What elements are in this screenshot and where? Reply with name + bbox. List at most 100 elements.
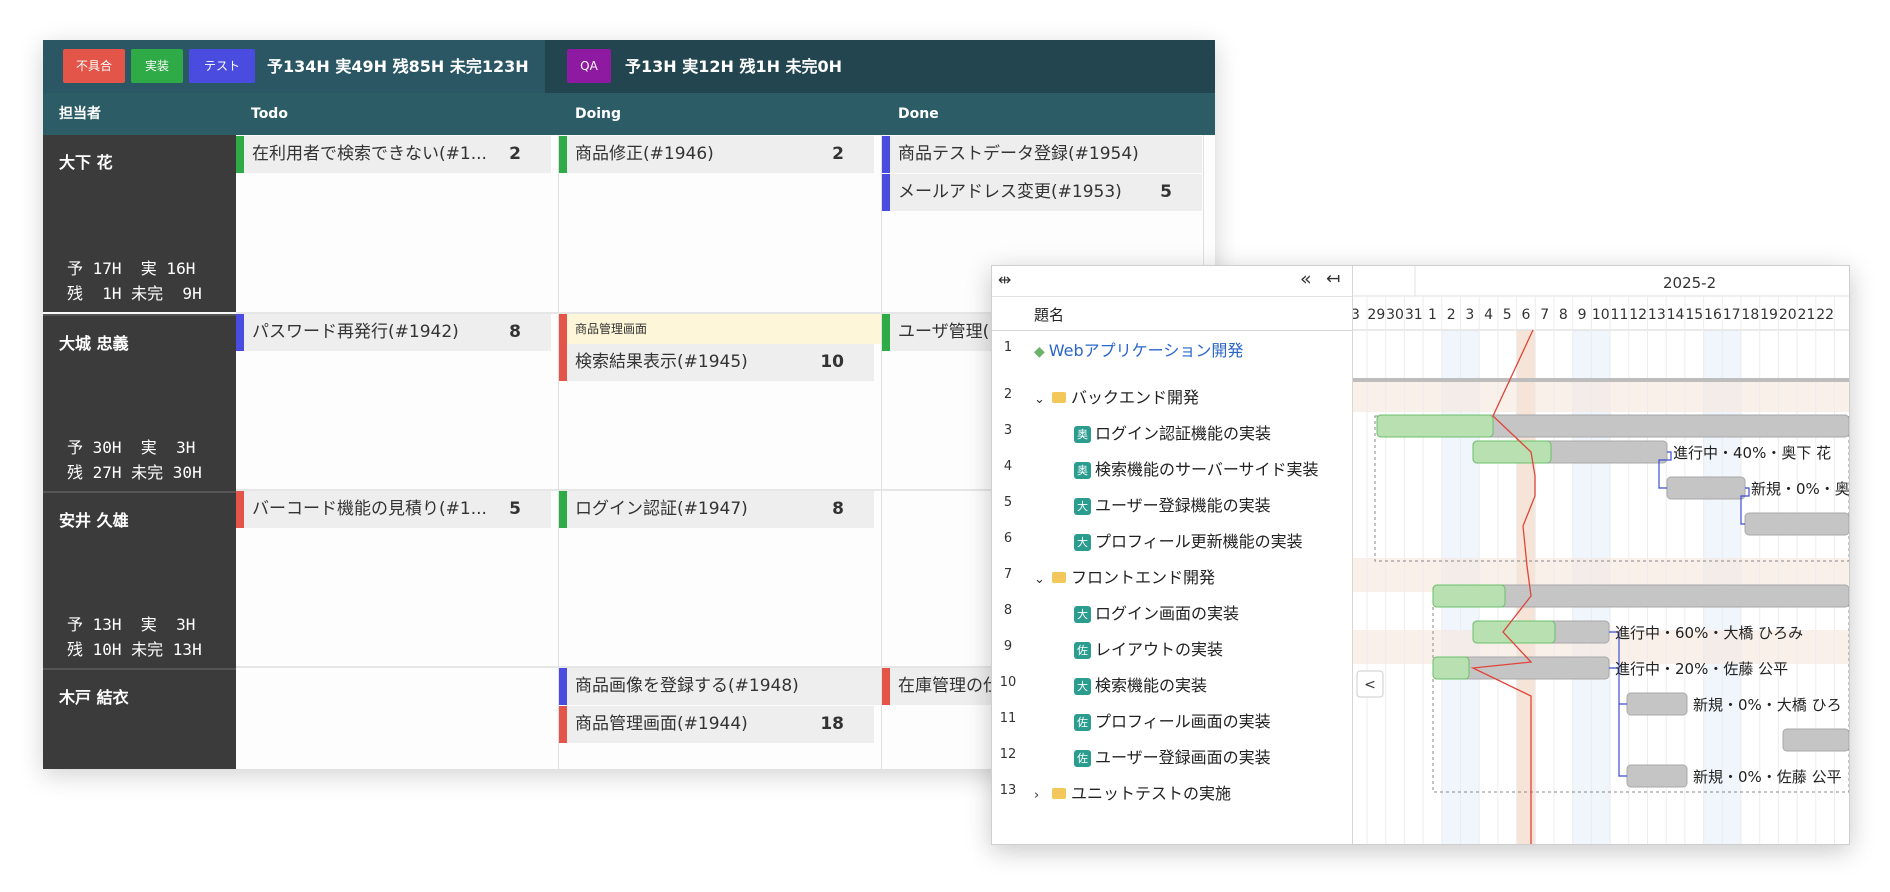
card-title: メールアドレス変更(#1953) [898, 182, 1122, 202]
task-title: ユーザー登録画面の実装 [1095, 748, 1271, 767]
day-label: 18 [1741, 307, 1759, 323]
column-settings-icon[interactable]: ⇹ [998, 270, 1011, 289]
card-points: 2 [509, 144, 521, 164]
card-type-bar [559, 668, 567, 705]
task-progress [1376, 414, 1494, 438]
task-card[interactable]: メールアドレス変更(#1953) 5 [882, 174, 1202, 211]
bar-label: 進行中・40%・奥下 花 [1673, 444, 1831, 462]
assignee-badge: 大 [1074, 498, 1091, 515]
task-progress [1472, 440, 1552, 464]
day-label: 11 [1611, 307, 1629, 323]
assignee-badge: 大 [1074, 534, 1091, 551]
day-label: 1 [1428, 307, 1437, 323]
task-card[interactable]: 在利用者で検索できない(#1... 2 [236, 136, 551, 173]
row-number: 1 [1003, 340, 1013, 355]
day-label: 10 [1592, 307, 1610, 323]
task-card[interactable]: バーコード機能の見積り(#1... 5 [236, 491, 551, 528]
task-card[interactable]: ログイン認証(#1947) 8 [559, 491, 874, 528]
folder-icon [1052, 572, 1066, 583]
task-title: Webアプリケーション開発 [1048, 341, 1244, 360]
gantt-task-row[interactable]: 大ユーザー登録機能の実装 [1074, 492, 1271, 516]
assignee-badge: 大 [1074, 678, 1091, 695]
gantt-timeline: 2025-23293031123456789101112131415161718… [1353, 266, 1849, 844]
row-number: 5 [1003, 495, 1013, 510]
expand-toggle-icon[interactable]: ⌄ [1034, 572, 1052, 587]
filter-bug-button[interactable]: 不具合 [63, 49, 125, 83]
task-title: プロフィール更新機能の実装 [1095, 532, 1303, 551]
gantt-task-row[interactable]: 佐レイアウトの実装 [1074, 636, 1223, 660]
expand-toggle-icon[interactable]: ⌄ [1034, 392, 1052, 407]
gantt-task-row[interactable]: 奥ログイン認証機能の実装 [1074, 420, 1271, 444]
gantt-task-row[interactable]: › ユニットテストの実施 [1034, 780, 1231, 804]
day-label: 6 [1521, 307, 1530, 323]
task-title: プロフィール画面の実装 [1095, 712, 1271, 731]
day-label: 15 [1685, 307, 1703, 323]
assignee-stats: 残 10H 未完 13H [67, 640, 202, 659]
gantt-task-row[interactable]: 奥検索機能のサーバーサイド実装 [1074, 456, 1319, 480]
filter-impl-button[interactable]: 実装 [131, 49, 183, 83]
gantt-task-row[interactable]: 佐プロフィール画面の実装 [1074, 708, 1271, 732]
day-label: 31 [1405, 307, 1423, 323]
card-points: 18 [820, 714, 844, 734]
project-summary-bar [1353, 378, 1849, 382]
kanban-column-headers: 担当者 Todo Doing Done [43, 93, 1215, 135]
card-points: 5 [1160, 182, 1172, 202]
card-type-bar [559, 344, 567, 381]
assignee-name: 木戸 結衣 [59, 688, 129, 707]
day-label: 7 [1540, 307, 1549, 323]
task-title: 検索機能のサーバーサイド実装 [1095, 460, 1319, 479]
card-title: 商品管理画面(#1944) [575, 714, 748, 734]
day-label: 12 [1629, 307, 1647, 323]
assignee-stats: 残 27H 未完 30H [67, 463, 202, 482]
expand-left-icon[interactable]: ↤ [1326, 269, 1340, 289]
card-note-label: 商品管理画面 [575, 322, 648, 336]
day-label: 21 [1798, 307, 1816, 323]
folder-icon [1052, 788, 1066, 799]
task-bar [1626, 764, 1688, 788]
task-bar [1626, 692, 1688, 716]
assignee-stats: 予 30H 実 3H [67, 438, 196, 457]
row-number: 3 [1003, 423, 1013, 438]
gantt-task-row[interactable]: 大検索機能の実装 [1074, 672, 1207, 696]
assignee-name: 大城 忠義 [59, 334, 129, 353]
bar-label: 進行中・60%・大橋 ひろみ [1615, 624, 1803, 642]
project-icon: ◆ [1034, 344, 1045, 360]
card-title: 在利用者で検索できない(#1... [252, 144, 487, 164]
day-label: 3 [1465, 307, 1474, 323]
assignee-badge: 佐 [1074, 750, 1091, 767]
row-number: 8 [1003, 603, 1013, 618]
task-card[interactable]: 商品画像を登録する(#1948) [559, 668, 881, 705]
gantt-toolbar: ⇹ « ↤ [992, 266, 1352, 297]
card-title: ユーザ管理( [898, 322, 990, 342]
task-card[interactable]: パスワード再発行(#1942) 8 [236, 314, 551, 351]
card-points: 2 [832, 144, 844, 164]
day-label: 20 [1779, 307, 1797, 323]
filter-qa-button[interactable]: QA [567, 49, 611, 83]
filter-test-button[interactable]: テスト [189, 49, 255, 83]
row-number: 10 [999, 675, 1017, 690]
task-title: ログイン認証機能の実装 [1095, 424, 1272, 443]
card-points: 8 [509, 322, 521, 342]
card-type-bar [559, 314, 567, 344]
gantt-task-row[interactable]: ⌄ フロントエンド開発 [1034, 564, 1215, 588]
task-card[interactable]: 商品テストデータ登録(#1954) [882, 136, 1202, 173]
day-label: 3 [1353, 307, 1360, 323]
task-title: 検索機能の実装 [1095, 676, 1208, 695]
task-card[interactable]: 商品修正(#1946) 2 [559, 136, 874, 173]
collapse-all-icon[interactable]: « [1300, 268, 1312, 290]
task-card[interactable]: 検索結果表示(#1945) 10 [559, 344, 874, 381]
card-type-bar [236, 314, 244, 351]
gantt-task-row[interactable]: ◆ Webアプリケーション開発 [1034, 337, 1243, 361]
gantt-task-row[interactable]: 佐ユーザー登録画面の実装 [1074, 744, 1271, 768]
day-label: 5 [1503, 307, 1512, 323]
gantt-task-row[interactable]: ⌄ バックエンド開発 [1034, 384, 1199, 408]
row-number: 13 [999, 783, 1017, 798]
card-points: 8 [832, 499, 844, 519]
gantt-task-row[interactable]: 大ログイン画面の実装 [1074, 600, 1239, 624]
row-number: 4 [1003, 459, 1013, 474]
expand-toggle-icon[interactable]: › [1034, 788, 1052, 803]
task-card[interactable]: 商品管理画面(#1944) 18 [559, 706, 874, 743]
assignee-stats: 残 1H 未完 9H [67, 284, 202, 303]
assignee-row-2: 大城 忠義 予 30H 実 3H 残 27H 未完 30H [43, 314, 236, 491]
gantt-task-row[interactable]: 大プロフィール更新機能の実装 [1074, 528, 1303, 552]
